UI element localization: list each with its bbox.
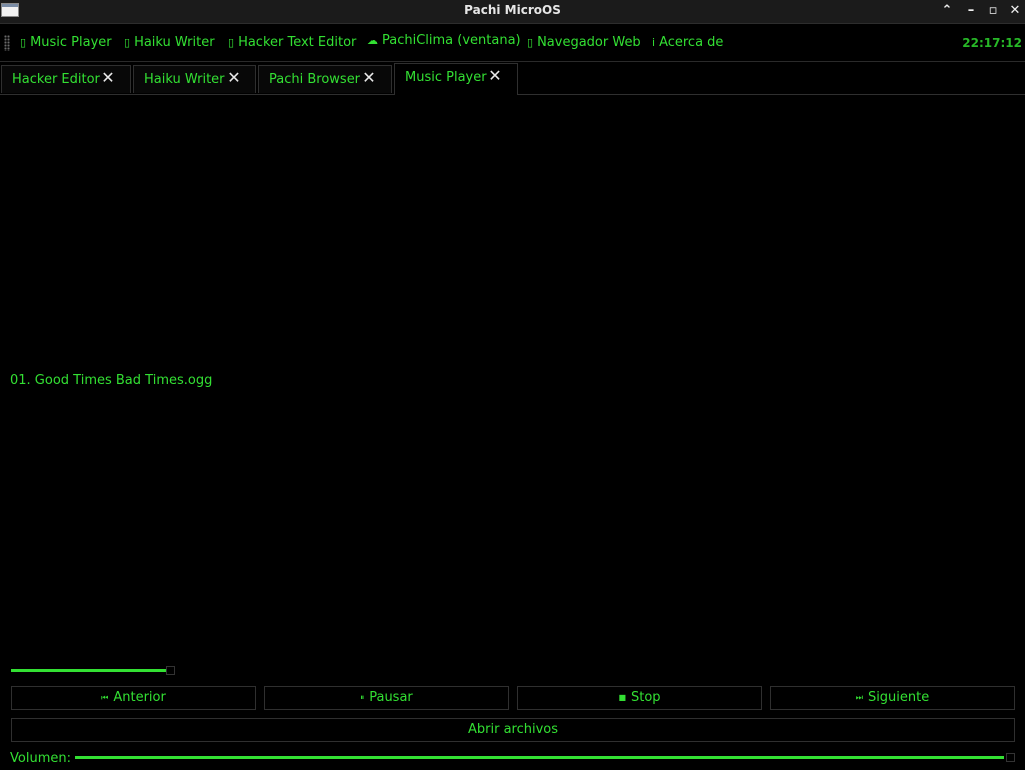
open-files-button[interactable]: Abrir archivos (11, 718, 1015, 742)
haiku-icon: ▯ (124, 36, 131, 49)
playlist-item[interactable]: 01. Good Times Bad Times.ogg (10, 373, 212, 388)
close-icon[interactable]: ✕ (226, 69, 242, 87)
menu-item-label: Navegador Web (537, 35, 641, 50)
menu-item-label: Music Player (30, 35, 112, 50)
menu-item-label: Haiku Writer (134, 35, 215, 50)
seek-slider-fill (11, 669, 166, 672)
volume-slider-fill (75, 756, 1004, 759)
toolbar-grip-handle[interactable] (4, 35, 10, 51)
info-icon: i (652, 36, 656, 49)
window-titlebar[interactable]: Pachi MicroOS ⌃ – ▫ ✕ (0, 0, 1025, 24)
tab-bar: Hacker Editor ✕ Haiku Writer ✕ Pachi Bro… (0, 62, 1025, 95)
skip-back-icon: ⏮ (101, 693, 109, 702)
music-icon: ▯ (20, 36, 27, 49)
menu-item-pachiclima[interactable]: ☁ PachiClima (ventana) (367, 33, 521, 48)
tab-music-player[interactable]: Music Player ✕ (394, 63, 518, 95)
tab-label: Pachi Browser (269, 72, 361, 87)
close-icon[interactable]: ✕ (100, 69, 116, 87)
menu-item-hacker-text-editor[interactable]: ▯ Hacker Text Editor (228, 35, 356, 50)
close-icon[interactable]: ✕ (487, 67, 503, 85)
editor-icon: ▯ (228, 36, 235, 49)
window-title: Pachi MicroOS (464, 3, 561, 17)
menu-item-haiku-writer[interactable]: ▯ Haiku Writer (124, 35, 215, 50)
restore-button[interactable]: ▫ (983, 1, 1003, 21)
volume-slider[interactable] (75, 753, 1015, 762)
pause-icon: ⏸ (360, 693, 365, 702)
pause-button[interactable]: ⏸ Pausar (264, 686, 509, 710)
tab-haiku-writer[interactable]: Haiku Writer ✕ (133, 65, 256, 93)
app-menubar: ▯ Music Player ▯ Haiku Writer ▯ Hacker Text… (0, 24, 1025, 62)
menu-item-label: PachiClima (ventana) (382, 33, 521, 48)
pause-button-label: Pausar (369, 690, 413, 705)
menu-item-label: Hacker Text Editor (238, 35, 357, 50)
tab-pachi-browser[interactable]: Pachi Browser ✕ (258, 65, 392, 93)
seek-slider-handle[interactable] (165, 666, 175, 675)
minimize-button[interactable]: – (961, 1, 981, 21)
volume-slider-handle[interactable] (1006, 753, 1015, 762)
seek-slider[interactable] (11, 666, 181, 675)
menu-item-navegador-web[interactable]: ▯ Navegador Web (527, 35, 641, 50)
tab-hacker-editor[interactable]: Hacker Editor ✕ (1, 65, 131, 93)
weather-icon: ☁ (367, 34, 378, 47)
close-icon[interactable]: ✕ (361, 69, 377, 87)
close-button[interactable]: ✕ (1005, 1, 1025, 21)
volume-label: Volumen: (10, 751, 71, 766)
previous-button-label: Anterior (113, 690, 166, 705)
next-button[interactable]: ⏭ Siguiente (770, 686, 1015, 710)
browser-icon: ▯ (527, 36, 534, 49)
menu-item-acerca-de[interactable]: i Acerca de (652, 35, 723, 50)
menu-item-label: Acerca de (659, 35, 724, 50)
stop-icon: ■ (618, 693, 626, 702)
stop-button-label: Stop (631, 690, 661, 705)
stop-button[interactable]: ■ Stop (517, 686, 762, 710)
clock: 22:17:12 (962, 36, 1022, 50)
skip-forward-icon: ⏭ (855, 693, 863, 702)
maximize-up-icon[interactable]: ⌃ (937, 1, 957, 21)
tab-label: Hacker Editor (12, 72, 100, 87)
tab-label: Music Player (405, 70, 487, 85)
menu-item-music-player[interactable]: ▯ Music Player (20, 35, 112, 50)
next-button-label: Siguiente (867, 690, 930, 705)
previous-button[interactable]: ⏮ Anterior (11, 686, 256, 710)
tab-label: Haiku Writer (144, 72, 225, 87)
